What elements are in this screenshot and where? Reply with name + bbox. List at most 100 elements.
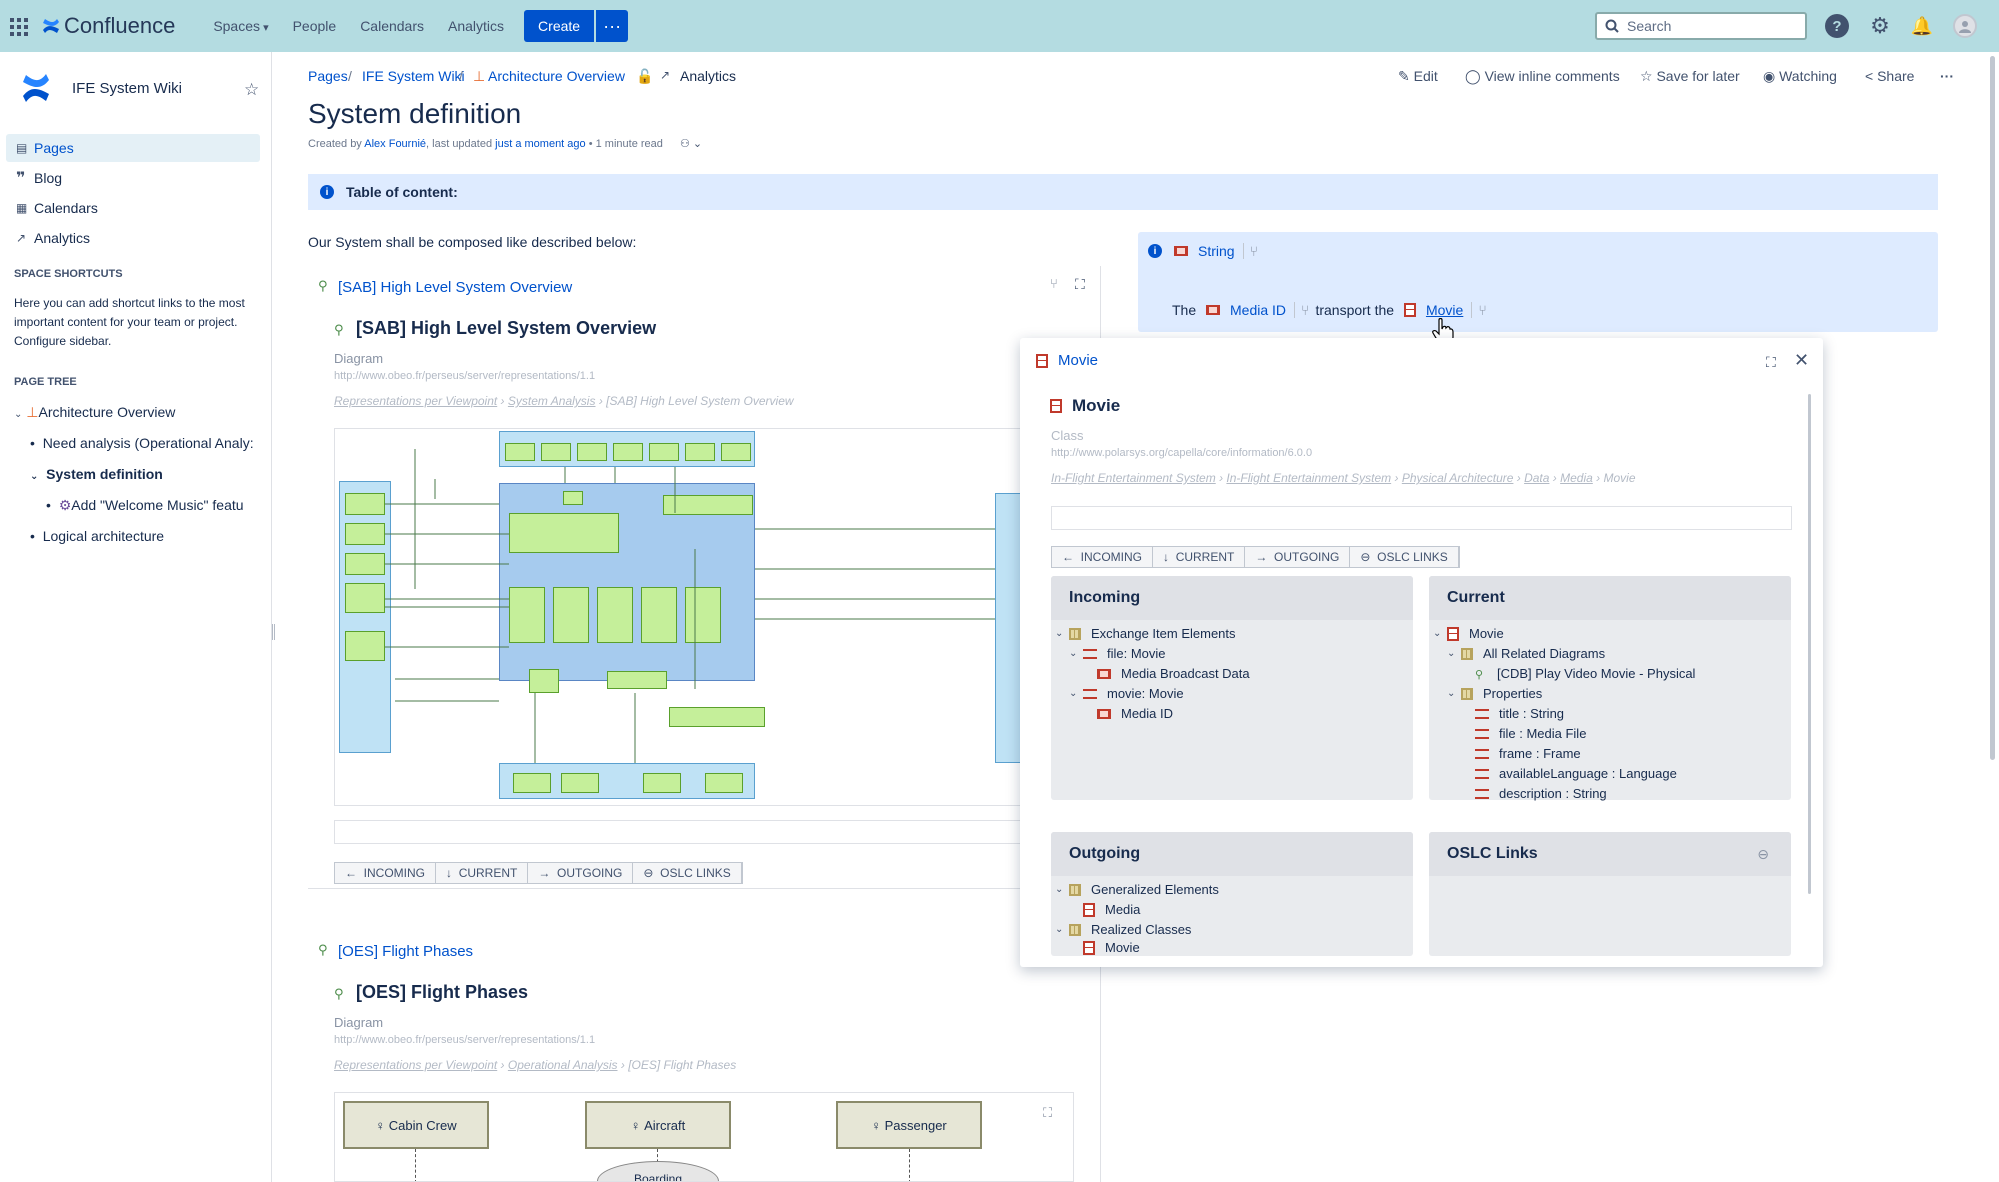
tab-current[interactable]: ↓ CURRENT bbox=[1153, 547, 1246, 567]
popup-scrollbar[interactable] bbox=[1808, 394, 1811, 894]
tree-node[interactable]: title : String bbox=[1475, 706, 1564, 721]
tab-outgoing[interactable]: → OUTGOING bbox=[528, 863, 634, 883]
app-switcher-icon[interactable] bbox=[8, 16, 28, 36]
profile-avatar-icon[interactable] bbox=[1953, 14, 1977, 38]
sidebar-resize-handle[interactable] bbox=[272, 624, 275, 640]
path-link[interactable]: Media bbox=[1560, 471, 1593, 485]
path-link[interactable]: In-Flight Entertainment System bbox=[1051, 471, 1216, 485]
tree-node[interactable]: ⌄ Properties bbox=[1447, 686, 1542, 701]
popup-header-link[interactable]: Movie bbox=[1058, 352, 1098, 369]
path-link[interactable]: Physical Architecture bbox=[1402, 471, 1514, 485]
sidebar-item-analytics[interactable]: ↗ Analytics bbox=[6, 224, 260, 252]
expand-icon[interactable]: ⛶ bbox=[1766, 354, 1776, 371]
sidebar-item-calendars[interactable]: ▦ Calendars bbox=[6, 194, 260, 222]
tree-node[interactable]: ⌄ Realized Classes bbox=[1055, 922, 1191, 937]
sidebar-item-pages[interactable]: ▤ Pages bbox=[6, 134, 260, 162]
chevron-down-icon[interactable]: ⌄ bbox=[1447, 688, 1461, 699]
tree-node[interactable]: ⌄ All Related Diagrams bbox=[1447, 646, 1605, 661]
chevron-down-icon[interactable]: ⌄ bbox=[30, 471, 38, 482]
nav-spaces[interactable]: Spaces bbox=[213, 18, 268, 34]
edit-button[interactable]: ✎ Edit bbox=[1398, 68, 1438, 85]
sab-link[interactable]: [SAB] High Level System Overview bbox=[338, 279, 572, 296]
tree-node[interactable]: file : Media File bbox=[1475, 726, 1586, 741]
expand-icon[interactable]: ⛶ bbox=[1043, 1105, 1052, 1121]
path-link[interactable]: Operational Analysis bbox=[508, 1058, 618, 1072]
view-inline-comments-button[interactable]: ◯ View inline comments bbox=[1465, 68, 1620, 85]
tab-oslc-links[interactable]: ⊖ OSLC LINKS bbox=[633, 863, 742, 883]
tree-node[interactable]: Movie bbox=[1083, 940, 1140, 955]
tree-node[interactable]: description : String bbox=[1475, 786, 1607, 801]
branch-icon[interactable]: ⑂ bbox=[1294, 302, 1309, 318]
search-input[interactable]: Search bbox=[1595, 12, 1807, 40]
tree-node[interactable]: ⚲ [CDB] Play Video Movie - Physical bbox=[1475, 666, 1695, 681]
tree-item-logical-architecture[interactable]: • Logical architecture bbox=[30, 528, 164, 544]
tree-item-system-definition[interactable]: ⌄ System definition bbox=[30, 466, 163, 482]
help-icon[interactable]: ? bbox=[1825, 14, 1849, 38]
tree-node[interactable]: ⌄ Generalized Elements bbox=[1055, 882, 1219, 897]
watching-button[interactable]: ◉ Watching bbox=[1763, 68, 1837, 85]
tree-node[interactable]: availableLanguage : Language bbox=[1475, 766, 1677, 781]
string-link[interactable]: String bbox=[1198, 243, 1235, 259]
contributors-icon[interactable]: ⚇ ⌄ bbox=[680, 138, 702, 150]
oes-link[interactable]: [OES] Flight Phases bbox=[338, 943, 473, 960]
tree-node[interactable]: Media bbox=[1083, 902, 1140, 917]
chevron-down-icon[interactable]: ⌄ bbox=[14, 409, 22, 420]
media-id-link[interactable]: Media ID bbox=[1230, 302, 1286, 318]
configure-sidebar-link[interactable]: Configure sidebar. bbox=[14, 332, 254, 351]
oes-diagram[interactable]: ♀ Cabin Crew ♀ Aircraft ♀ Passenger Boar… bbox=[334, 1092, 1074, 1182]
branch-icon[interactable]: ⑂ bbox=[1050, 276, 1058, 291]
tree-node[interactable]: ⌄ Movie bbox=[1433, 626, 1504, 641]
author-link[interactable]: Alex Fournié bbox=[364, 138, 426, 150]
close-icon[interactable]: ✕ bbox=[1794, 350, 1809, 371]
tree-node[interactable]: ⌄ file: Movie bbox=[1069, 646, 1166, 661]
chevron-down-icon[interactable]: ⌄ bbox=[1055, 884, 1069, 895]
movie-link[interactable]: Movie bbox=[1426, 302, 1463, 318]
path-link[interactable]: In-Flight Entertainment System bbox=[1226, 471, 1391, 485]
expand-icon[interactable]: ⛶ bbox=[1075, 276, 1085, 293]
breadcrumb-pages[interactable]: Pages bbox=[308, 68, 348, 84]
tab-incoming[interactable]: ← INCOMING bbox=[335, 863, 437, 883]
confluence-logo[interactable]: Confluence bbox=[42, 13, 175, 39]
tab-current[interactable]: ↓ CURRENT bbox=[436, 863, 529, 883]
tree-node[interactable]: Media ID bbox=[1097, 706, 1173, 721]
tree-node[interactable]: frame : Frame bbox=[1475, 746, 1581, 761]
nav-people[interactable]: People bbox=[293, 18, 337, 34]
space-header[interactable]: IFE System Wiki bbox=[0, 52, 271, 104]
sidebar-item-blog[interactable]: ❞ Blog bbox=[6, 164, 260, 192]
notifications-icon[interactable]: 🔔 bbox=[1910, 14, 1934, 38]
chevron-down-icon[interactable]: ⌄ bbox=[1055, 924, 1069, 935]
path-link[interactable]: Data bbox=[1524, 471, 1549, 485]
more-actions-button[interactable]: ··· bbox=[1940, 68, 1954, 84]
path-link[interactable]: System Analysis bbox=[508, 394, 596, 408]
tree-node[interactable]: ⌄ movie: Movie bbox=[1069, 686, 1184, 701]
add-link-icon[interactable]: ⊖ bbox=[1757, 846, 1769, 863]
save-for-later-button[interactable]: ☆ Save for later bbox=[1640, 68, 1740, 85]
settings-gear-icon[interactable]: ⚙ bbox=[1868, 13, 1892, 38]
chevron-down-icon[interactable]: ⌄ bbox=[1069, 648, 1083, 659]
chevron-down-icon[interactable]: ⌄ bbox=[1055, 628, 1069, 639]
popup-notes-field[interactable] bbox=[1051, 506, 1792, 530]
chevron-down-icon[interactable]: ⌄ bbox=[1447, 648, 1461, 659]
tree-node[interactable]: ⌄ Exchange Item Elements bbox=[1055, 626, 1236, 641]
chevron-down-icon[interactable]: ⌄ bbox=[1433, 628, 1447, 639]
path-link[interactable]: Representations per Viewpoint bbox=[334, 394, 497, 408]
sab-notes-field[interactable] bbox=[334, 820, 1022, 844]
breadcrumb-architecture[interactable]: Architecture Overview bbox=[488, 68, 625, 84]
branch-icon[interactable]: ⑂ bbox=[1471, 302, 1487, 318]
create-button[interactable]: Create bbox=[524, 10, 595, 42]
nav-analytics[interactable]: Analytics bbox=[448, 18, 504, 34]
tree-node[interactable]: Media Broadcast Data bbox=[1097, 666, 1250, 681]
tree-item-need-analysis[interactable]: • Need analysis (Operational Analy: bbox=[30, 435, 254, 451]
restrictions-lock-icon[interactable]: 🔓 bbox=[636, 68, 653, 85]
share-button[interactable]: < Share bbox=[1865, 68, 1914, 84]
branch-icon[interactable]: ⑂ bbox=[1242, 243, 1258, 259]
star-icon[interactable]: ☆ bbox=[244, 80, 259, 100]
string-chip[interactable]: String ⑂ bbox=[1174, 240, 1258, 262]
tree-item-add-welcome-music[interactable]: • ⚙Add "Welcome Music" featu bbox=[46, 497, 244, 514]
nav-calendars[interactable]: Calendars bbox=[360, 18, 424, 34]
tab-incoming[interactable]: ← INCOMING bbox=[1052, 547, 1154, 567]
page-scrollbar[interactable] bbox=[1990, 56, 1995, 760]
tab-outgoing[interactable]: → OUTGOING bbox=[1245, 547, 1351, 567]
path-link[interactable]: Representations per Viewpoint bbox=[334, 1058, 497, 1072]
last-updated-link[interactable]: just a moment ago bbox=[495, 138, 586, 150]
